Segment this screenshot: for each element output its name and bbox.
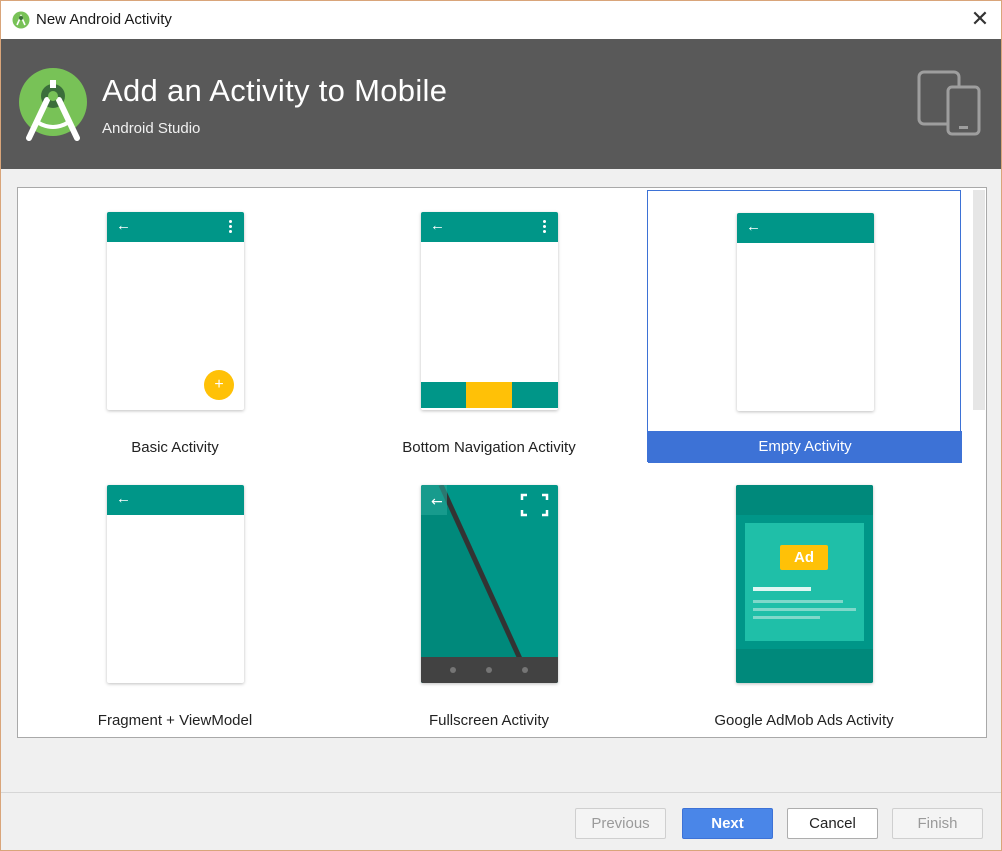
tile-label: Fragment + ViewModel [97,712,253,729]
window-title: New Android Activity [36,11,172,28]
fragment-viewmodel-preview: ← [107,485,244,683]
bottom-navigation-bar [421,382,558,408]
wizard-header: Add an Activity to Mobile Android Studio [1,39,1001,169]
android-studio-logo-icon [19,68,87,141]
active-nav-item [466,382,512,408]
dialog-window: New Android Activity ✕ Add an Activity t… [0,0,1002,851]
gallery-scrollbar[interactable] [973,190,985,410]
tile-empty-activity[interactable]: ← Empty Activity [647,190,962,463]
fullscreen-preview: ← [421,485,558,683]
back-arrow-icon: ← [746,218,761,235]
next-button[interactable]: Next [682,808,773,839]
tile-fullscreen-activity[interactable]: ← Fullscreen Activity [332,463,646,735]
close-button[interactable]: ✕ [965,5,995,35]
overflow-menu-icon [229,220,233,234]
fullscreen-illustration: ← [421,485,558,683]
title-bar: New Android Activity ✕ [1,1,1001,39]
admob-illustration [736,485,873,683]
overflow-menu-icon [543,220,547,234]
bottom-navigation-preview: ← [421,212,558,410]
fab-add-icon: + [204,370,234,400]
tile-google-admob-ads-activity[interactable]: Ad Google AdMob Ads Activity [647,463,961,735]
mobile-devices-icon [917,70,981,136]
activity-gallery: ← + Basic Activity ← Bottom Navigation A… [17,187,987,738]
wizard-subtitle: Android Studio [102,120,201,137]
ad-badge: Ad [794,549,814,566]
tile-label: Basic Activity [131,439,219,456]
back-arrow-icon: ← [116,490,131,507]
tile-fragment-viewmodel[interactable]: ← Fragment + ViewModel [18,463,332,735]
finish-button[interactable]: Finish [892,808,983,839]
tile-bottom-navigation-activity[interactable]: ← Bottom Navigation Activity [332,190,646,462]
android-studio-icon [12,11,30,29]
back-arrow-icon: ← [430,217,445,234]
tile-label: Empty Activity [648,431,962,463]
tile-basic-activity[interactable]: ← + Basic Activity [18,190,332,462]
previous-button[interactable]: Previous [575,808,666,839]
tile-label: Bottom Navigation Activity [402,439,576,456]
footer-divider [1,792,1001,793]
cancel-button[interactable]: Cancel [787,808,878,839]
tile-label: Google AdMob Ads Activity [714,712,894,729]
back-arrow-icon: ← [116,217,131,234]
admob-preview: Ad [736,485,873,683]
wizard-title: Add an Activity to Mobile [102,73,448,108]
empty-activity-preview: ← [737,213,874,411]
basic-activity-preview: ← + [107,212,244,410]
tile-label: Fullscreen Activity [428,712,550,729]
svg-text:←: ← [431,494,443,510]
